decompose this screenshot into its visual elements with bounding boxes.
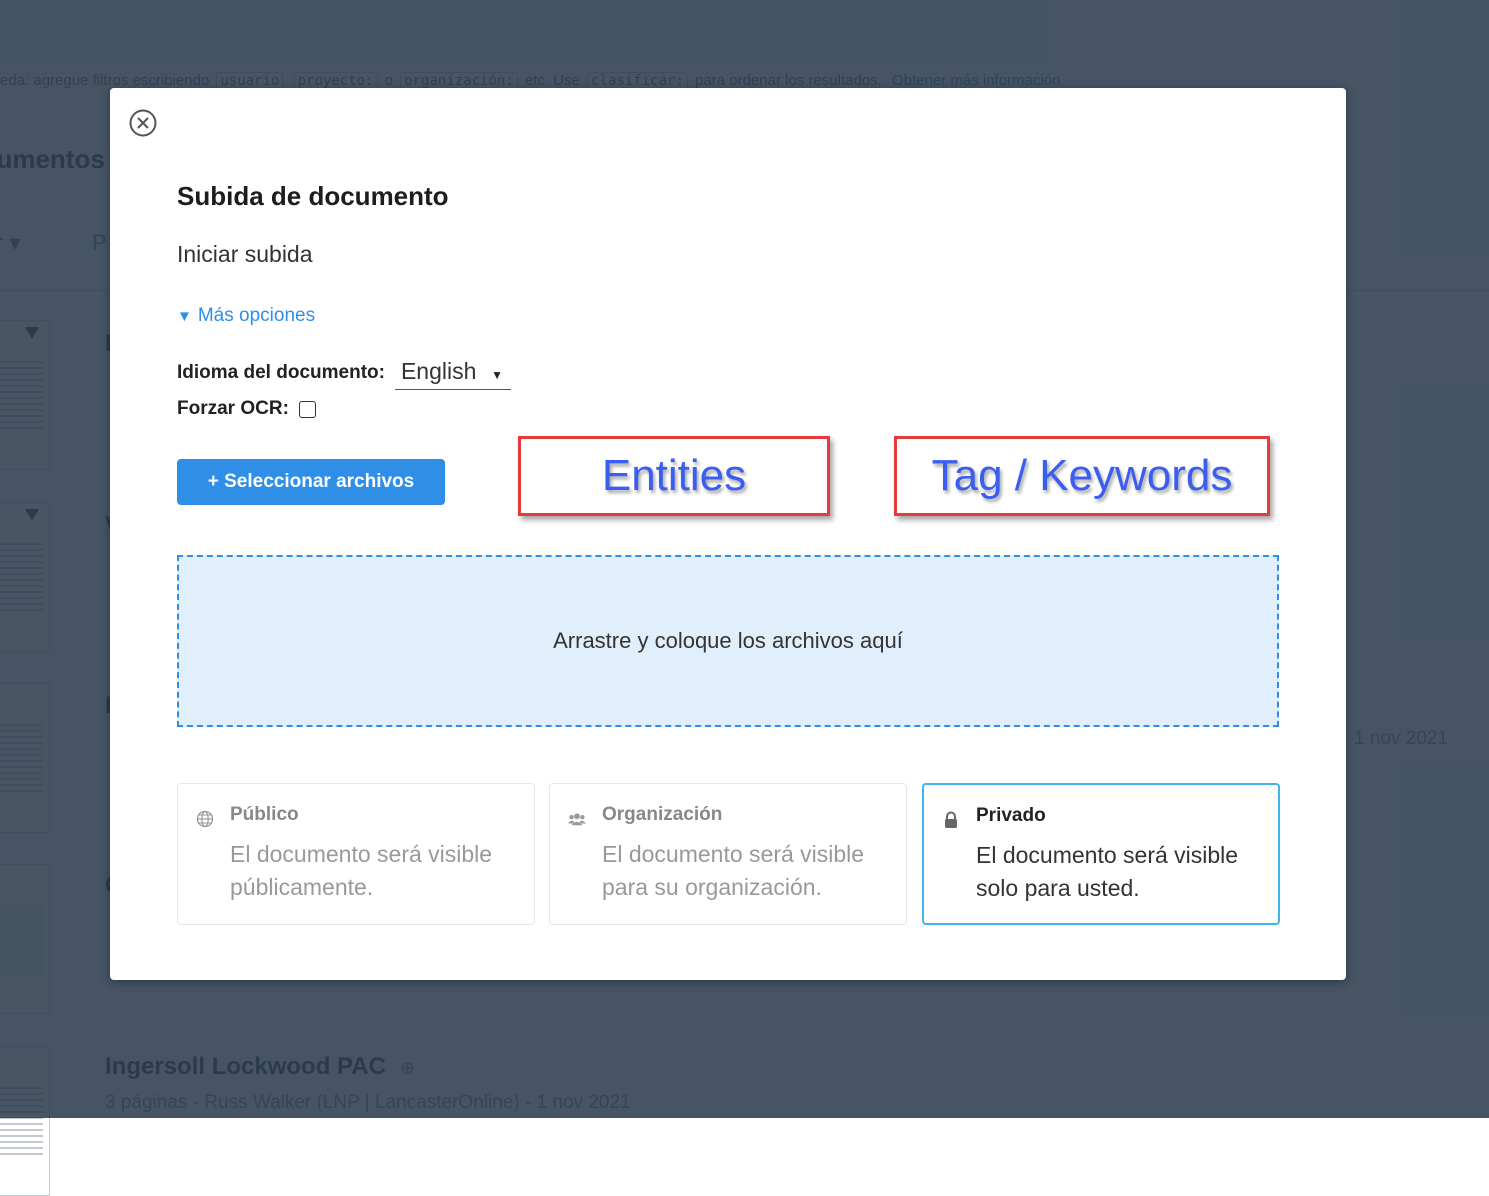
file-dropzone[interactable]: Arrastre y coloque los archivos aquí: [177, 555, 1279, 727]
tags-annotation-label: Tag / Keywords: [931, 451, 1233, 500]
dialog-title: Subida de documento: [177, 181, 449, 211]
tags-annotation: Tag / Keywords: [894, 436, 1270, 516]
dialog-subtitle: Iniciar subida: [177, 241, 313, 267]
more-options-toggle[interactable]: ▼ Más opciones: [177, 305, 315, 327]
lock-icon: [945, 811, 957, 828]
group-icon: [568, 813, 586, 826]
language-select[interactable]: English ▼: [394, 356, 511, 390]
caret-down-icon: ▼: [491, 368, 503, 382]
language-row: Idioma del documento: English ▼: [177, 356, 511, 390]
triangle-down-icon: ▼: [177, 308, 192, 325]
dropzone-text: Arrastre y coloque los archivos aquí: [553, 628, 903, 653]
force-ocr-row: Forzar OCR:: [177, 398, 316, 420]
close-button[interactable]: [128, 108, 158, 138]
visibility-option-organization[interactable]: Organización El documento será visible p…: [549, 783, 907, 925]
globe-icon: [196, 810, 214, 828]
language-label: Idioma del documento:: [177, 362, 385, 383]
visibility-option-private[interactable]: Privado El documento será visible solo p…: [922, 783, 1280, 925]
visibility-description: El documento será visible públicamente.: [230, 841, 493, 900]
select-files-button[interactable]: + Seleccionar archivos: [177, 459, 445, 505]
upload-dialog: Subida de documento Iniciar subida ▼ Más …: [110, 88, 1346, 980]
entities-annotation-label: Entities: [601, 451, 747, 500]
language-value: English: [400, 358, 477, 384]
visibility-name: Organización: [602, 804, 723, 825]
visibility-name: Público: [230, 804, 299, 825]
visibility-option-public[interactable]: Público El documento será visible públic…: [177, 783, 535, 925]
entities-annotation: Entities: [518, 436, 830, 516]
visibility-description: El documento será visible para su organi…: [602, 841, 865, 900]
close-circle-icon: [129, 109, 157, 137]
more-options-label: Más opciones: [197, 305, 316, 326]
force-ocr-label: Forzar OCR:: [177, 398, 289, 419]
force-ocr-checkbox[interactable]: [298, 400, 316, 418]
visibility-description: El documento será visible solo para uste…: [976, 842, 1239, 901]
visibility-name: Privado: [976, 805, 1046, 826]
